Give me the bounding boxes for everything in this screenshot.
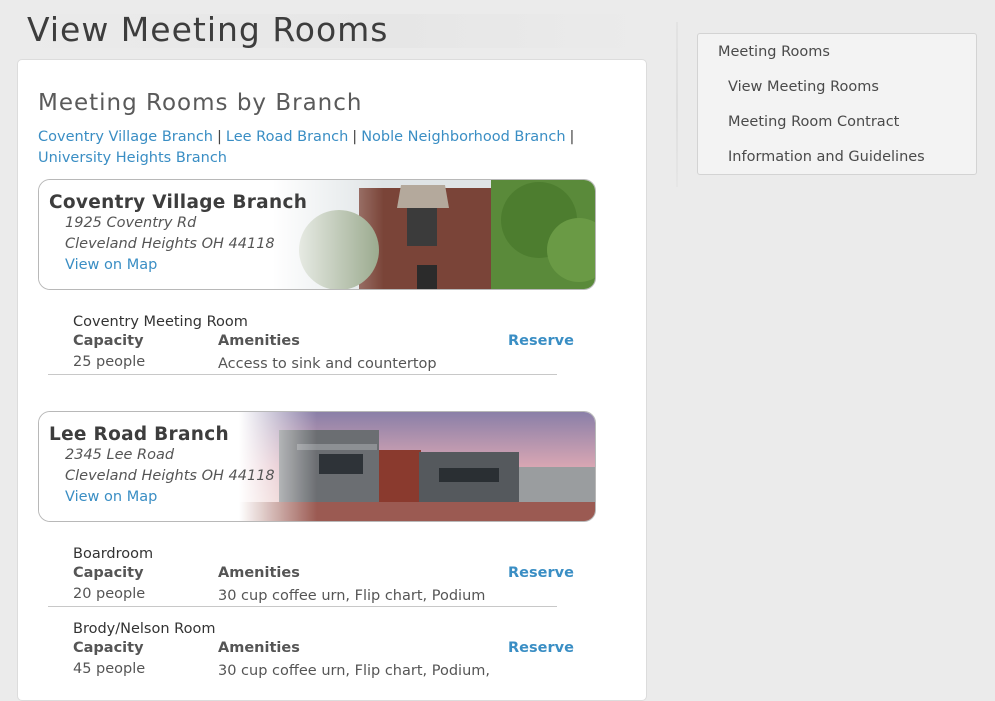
room-name: Coventry Meeting Room — [73, 314, 248, 330]
branch-name: Lee Road Branch — [49, 424, 229, 445]
amenities-value: 30 cup coffee urn, Flip chart, Podium, — [218, 663, 491, 679]
branch-link-university-heights[interactable]: University Heights Branch — [38, 150, 227, 166]
capacity-value: 45 people — [73, 661, 146, 677]
reserve-button[interactable]: Reserve — [508, 640, 574, 656]
amenities-label: Amenities — [218, 333, 300, 349]
sidebar-item-information-guidelines[interactable]: Information and Guidelines — [728, 149, 925, 165]
sidebar-item-view-meeting-rooms[interactable]: View Meeting Rooms — [728, 79, 879, 95]
branch-name: Coventry Village Branch — [49, 192, 308, 213]
sidebar-item-meeting-rooms[interactable]: Meeting Rooms — [718, 44, 830, 60]
reserve-button[interactable]: Reserve — [508, 565, 574, 581]
view-on-map-link[interactable]: View on Map — [65, 487, 275, 508]
room-name: Brody/Nelson Room — [73, 621, 216, 637]
sidebar-nav: Meeting Rooms View Meeting Rooms Meeting… — [697, 33, 977, 175]
reserve-button[interactable]: Reserve — [508, 333, 574, 349]
link-separator: | — [352, 129, 358, 145]
room-divider — [48, 606, 557, 607]
branch-link-coventry[interactable]: Coventry Village Branch — [38, 129, 213, 145]
branch-links: Coventry Village Branch | Lee Road Branch |… — [38, 127, 598, 169]
branch-address-line1: 2345 Lee Road — [65, 447, 175, 463]
branch-info: Coventry Village Branch 1925 Coventry Rd… — [49, 192, 307, 276]
capacity-value: 25 people — [73, 354, 146, 370]
branch-card-coventry: Coventry Village Branch 1925 Coventry Rd… — [38, 179, 596, 290]
capacity-label: Capacity — [73, 640, 144, 656]
branch-address-line2: Cleveland Heights OH 44118 — [65, 236, 275, 252]
room-name: Boardroom — [73, 546, 154, 562]
branch-link-noble[interactable]: Noble Neighborhood Branch — [361, 129, 565, 145]
branch-address-line2: Cleveland Heights OH 44118 — [65, 468, 275, 484]
link-separator: | — [216, 129, 222, 145]
branch-address-line1: 1925 Coventry Rd — [65, 215, 197, 231]
link-separator: | — [569, 129, 575, 145]
section-heading: Meeting Rooms by Branch — [38, 90, 363, 116]
amenities-value: Access to sink and countertop — [218, 356, 437, 372]
room-divider — [48, 374, 557, 375]
sidebar-item-meeting-room-contract[interactable]: Meeting Room Contract — [728, 114, 899, 130]
branch-card-lee-road: Lee Road Branch 2345 Lee Road Cleveland … — [38, 411, 596, 522]
view-on-map-link[interactable]: View on Map — [65, 255, 307, 276]
page-title: View Meeting Rooms — [27, 10, 389, 49]
branch-link-lee-road[interactable]: Lee Road Branch — [226, 129, 348, 145]
amenities-label: Amenities — [218, 565, 300, 581]
amenities-value: 30 cup coffee urn, Flip chart, Podium — [218, 588, 486, 604]
column-separator — [676, 22, 678, 187]
capacity-value: 20 people — [73, 586, 146, 602]
branch-info: Lee Road Branch 2345 Lee Road Cleveland … — [49, 424, 275, 508]
capacity-label: Capacity — [73, 333, 144, 349]
amenities-label: Amenities — [218, 640, 300, 656]
capacity-label: Capacity — [73, 565, 144, 581]
